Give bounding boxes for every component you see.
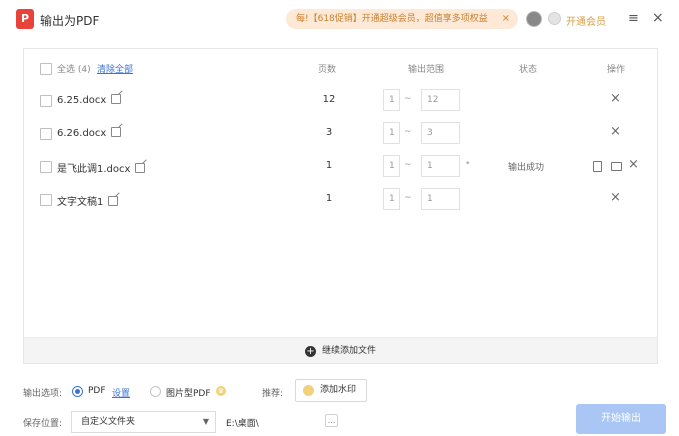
range-from-input[interactable]: 1 — [383, 89, 400, 111]
file-name: 6.26.docx — [57, 127, 122, 139]
header-actions: 操作 — [607, 65, 626, 75]
title-bar: P 输出为PDF 每!【618促销】开通超级会员，超值享多项权益 × 开通会员 … — [0, 0, 679, 38]
range-to-input[interactable]: 1 — [421, 155, 460, 177]
range-to-input[interactable]: 3 — [421, 122, 460, 144]
save-location-select[interactable]: 自定义文件夹 ▼ — [71, 411, 216, 433]
range-to-input[interactable]: 1 — [421, 188, 460, 210]
edit-icon[interactable] — [108, 196, 119, 206]
header-pages: 页数 — [318, 65, 337, 75]
vip-icon — [548, 12, 561, 25]
remove-file-icon[interactable]: × — [610, 124, 621, 139]
table-row: 文字文稿1 1 1 ~ 1 × — [24, 188, 657, 212]
promo-close-icon[interactable]: × — [502, 9, 510, 29]
table-header: 全选 (4) 清除全部 页数 输出范围 状态 操作 — [24, 57, 657, 81]
edit-icon[interactable] — [111, 94, 122, 104]
settings-link[interactable]: 设置 — [112, 386, 130, 399]
page-count: 3 — [325, 127, 333, 138]
table-row: 是飞此调1.docx 1 1 ~ 1 • 输出成功 × — [24, 155, 657, 179]
edit-icon[interactable] — [111, 127, 122, 137]
plus-icon: + — [304, 346, 316, 357]
output-options-label: 输出选项: — [23, 389, 63, 399]
chevron-down-icon: ▼ — [202, 417, 209, 426]
select-all-checkbox[interactable] — [40, 63, 52, 75]
image-pdf-radio[interactable] — [150, 386, 161, 397]
remove-file-icon[interactable]: × — [610, 190, 621, 205]
vip-badge-icon: ♛ — [216, 386, 226, 396]
range-from-input[interactable]: 1 — [383, 188, 400, 210]
pdf-logo-icon: P — [16, 9, 34, 29]
add-watermark-label: 添加水印 — [320, 385, 357, 395]
recommend-label: 推荐: — [262, 389, 284, 399]
row-checkbox[interactable] — [40, 194, 52, 206]
row-checkbox[interactable] — [40, 161, 52, 173]
open-folder-icon[interactable] — [611, 162, 622, 171]
start-output-button[interactable]: 开始输出 — [576, 404, 666, 434]
close-window-icon[interactable]: × — [652, 10, 664, 26]
range-separator: ~ — [404, 160, 412, 170]
remove-file-icon[interactable]: × — [610, 91, 621, 106]
avatar[interactable] — [526, 11, 542, 27]
clear-all-link[interactable]: 清除全部 — [97, 62, 133, 75]
add-watermark-button[interactable]: 添加水印 — [295, 379, 367, 402]
range-separator: ~ — [404, 193, 412, 203]
save-location-value: 自定义文件夹 — [81, 417, 136, 427]
range-separator: ~ — [404, 127, 412, 137]
promo-text: 每!【618促销】开通超级会员，超值享多项权益 — [296, 14, 488, 24]
edit-icon[interactable] — [135, 163, 146, 173]
menu-icon[interactable]: ≡ — [628, 11, 639, 26]
range-to-input[interactable]: 12 — [421, 89, 460, 111]
header-status: 状态 — [519, 65, 538, 75]
file-list-panel: 全选 (4) 清除全部 页数 输出范围 状态 操作 6.25.docx 12 1… — [23, 48, 658, 364]
add-more-files-label: 继续添加文件 — [321, 346, 376, 356]
header-range: 输出范围 — [408, 65, 445, 75]
remove-file-icon[interactable]: × — [628, 157, 639, 172]
file-name: 是飞此调1.docx — [57, 160, 146, 175]
row-checkbox[interactable] — [40, 95, 52, 107]
table-row: 6.25.docx 12 1 ~ 12 × — [24, 89, 657, 113]
range-from-input[interactable]: 1 — [383, 155, 400, 177]
window-title: 输出为PDF — [40, 14, 100, 28]
page-count: 12 — [322, 94, 336, 105]
status-text: 输出成功 — [508, 163, 545, 173]
file-name: 6.25.docx — [57, 94, 122, 106]
promo-banner[interactable]: 每!【618促销】开通超级会员，超值享多项权益 × — [286, 9, 518, 29]
pdf-radio[interactable] — [72, 386, 83, 397]
row-checkbox[interactable] — [40, 128, 52, 140]
table-row: 6.26.docx 3 1 ~ 3 × — [24, 122, 657, 146]
file-name: 文字文稿1 — [57, 193, 119, 208]
open-file-icon[interactable] — [593, 161, 602, 172]
browse-button[interactable]: … — [325, 414, 338, 427]
range-from-input[interactable]: 1 — [383, 122, 400, 144]
save-path: E:\桌面\ — [226, 419, 259, 429]
image-pdf-option-label: 图片型PDF — [166, 389, 211, 399]
range-separator: ~ — [404, 94, 412, 104]
pdf-option-label: PDF — [88, 386, 106, 396]
select-all-label: 全选 (4) — [57, 65, 91, 75]
add-more-files-button[interactable]: + 继续添加文件 — [24, 337, 657, 363]
page-count: 1 — [325, 193, 333, 204]
watermark-icon — [303, 385, 314, 396]
open-membership-link[interactable]: 开通会员 — [566, 13, 606, 28]
range-dot: • — [465, 159, 471, 169]
save-location-label: 保存位置: — [23, 419, 63, 429]
page-count: 1 — [325, 160, 333, 171]
